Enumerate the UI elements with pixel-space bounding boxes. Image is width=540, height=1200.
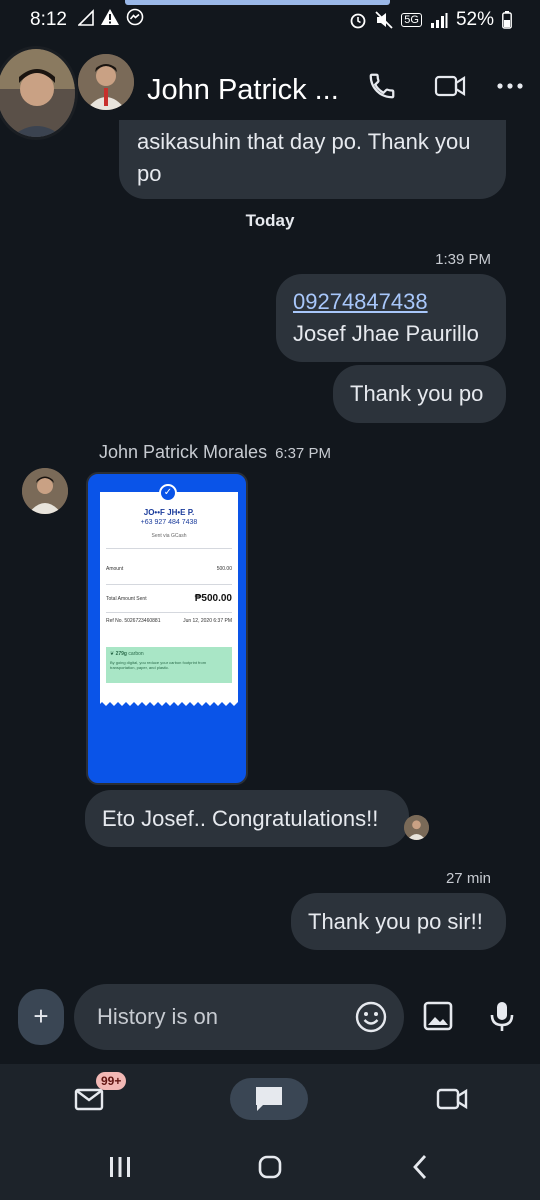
carbon-savings-card: ❦ 279g carbon By going digital, you redu… bbox=[106, 647, 232, 683]
signal-icon bbox=[430, 13, 448, 28]
contact-name[interactable]: John Patrick ... bbox=[147, 74, 339, 107]
microphone-icon[interactable] bbox=[484, 998, 520, 1034]
nav-meet-button[interactable] bbox=[430, 1078, 474, 1120]
video-call-icon bbox=[434, 75, 466, 97]
more-icon bbox=[497, 83, 523, 89]
leaf-icon: ❦ bbox=[110, 651, 115, 657]
video-call-button[interactable] bbox=[430, 66, 470, 106]
outgoing-message-bubble[interactable]: Thank you po bbox=[333, 365, 506, 423]
add-attachment-button[interactable]: + bbox=[18, 989, 64, 1045]
phone-number-link[interactable]: 09274847438 bbox=[293, 286, 489, 318]
total-value: ₱500.00 bbox=[194, 593, 232, 604]
more-options-button[interactable] bbox=[490, 66, 530, 106]
receipt-divider bbox=[106, 548, 232, 549]
message-text: Thank you po sir!! bbox=[308, 909, 483, 934]
status-bar: 8:12 5G 52% bbox=[0, 0, 540, 40]
message-timestamp: 27 min bbox=[445, 870, 491, 887]
message-text: po bbox=[137, 161, 162, 186]
receipt-card: JO••F JH•E P. +63 927 484 7438 Sent via … bbox=[100, 492, 238, 698]
system-navigation-bar bbox=[0, 1134, 540, 1200]
receipt-torn-edge bbox=[100, 698, 238, 706]
contact-avatar[interactable] bbox=[78, 54, 134, 110]
emoji-icon[interactable] bbox=[354, 1000, 388, 1034]
ref-date: Jun 12, 2020 6:37 PM bbox=[183, 618, 232, 624]
alarm-icon bbox=[350, 13, 366, 29]
battery-icon bbox=[502, 11, 512, 29]
sender-time: 6:37 PM bbox=[275, 445, 331, 462]
person-icon bbox=[404, 815, 429, 840]
receipt-sent-via: Sent via GCash bbox=[151, 533, 187, 539]
network-type-label: 5G bbox=[401, 13, 422, 27]
ref-number: Ref No. 5026723460881 bbox=[106, 618, 161, 624]
message-text: Josef Jhae Paurillo bbox=[293, 321, 479, 346]
video-icon bbox=[436, 1088, 468, 1110]
receipt-total-row: Total Amount Sent ₱500.00 bbox=[106, 593, 232, 604]
total-label: Total Amount Sent bbox=[106, 595, 147, 602]
app-bottom-nav: 99+ bbox=[0, 1064, 540, 1134]
unread-badge: 99+ bbox=[96, 1072, 127, 1090]
message-text: asikasuhin that day po. Thank you bbox=[137, 129, 471, 154]
outgoing-message-bubble[interactable]: Thank you po sir!! bbox=[291, 893, 506, 950]
input-placeholder: History is on bbox=[97, 1004, 219, 1029]
nav-chat-button[interactable] bbox=[230, 1078, 308, 1120]
message-text: Thank you po bbox=[350, 381, 484, 406]
receipt-ref-row: Ref No. 5026723460881 Jun 12, 2020 6:37 … bbox=[106, 618, 232, 624]
status-time: 8:12 bbox=[30, 9, 67, 30]
carbon-note: By going digital, you reduce your carbon… bbox=[110, 660, 207, 670]
person-icon bbox=[22, 468, 68, 514]
recent-apps-icon[interactable] bbox=[105, 1152, 135, 1182]
receipt-amount-row: Amount 500.00 bbox=[106, 566, 232, 572]
mute-icon bbox=[375, 11, 393, 29]
back-icon[interactable] bbox=[406, 1152, 436, 1182]
amount-label: Amount bbox=[106, 566, 124, 572]
receipt-divider bbox=[106, 584, 232, 585]
amount-value: 500.00 bbox=[216, 566, 232, 572]
message-input[interactable]: History is on bbox=[74, 984, 404, 1050]
message-text: Eto Josef.. Congratulations!! bbox=[102, 806, 379, 831]
notification-icons bbox=[78, 8, 144, 26]
gallery-icon[interactable] bbox=[420, 998, 456, 1034]
mail-icon bbox=[74, 1088, 104, 1111]
home-icon[interactable] bbox=[255, 1152, 285, 1182]
person-icon bbox=[78, 54, 134, 110]
sender-info: John Patrick Morales 6:37 PM bbox=[99, 442, 331, 463]
top-accent-bar bbox=[125, 0, 390, 5]
receipt-recipient-phone: +63 927 484 7438 bbox=[140, 519, 198, 526]
receipt-divider bbox=[106, 612, 232, 613]
incoming-message-bubble[interactable]: Eto Josef.. Congratulations!! bbox=[85, 790, 409, 847]
battery-level: 52% bbox=[455, 9, 494, 30]
warning-icon bbox=[101, 9, 119, 25]
carbon-amount: 279g bbox=[115, 651, 127, 657]
receipt-image[interactable]: ✓ JO••F JH•E P. +63 927 484 7438 Sent vi… bbox=[86, 472, 248, 785]
message-timestamp: 1:39 PM bbox=[435, 251, 491, 268]
chat-icon bbox=[256, 1087, 282, 1111]
system-status: 5G 52% bbox=[349, 9, 512, 31]
messenger-icon bbox=[126, 8, 144, 26]
outgoing-message-bubble[interactable]: 09274847438 Josef Jhae Paurillo bbox=[276, 274, 506, 362]
read-receipt-avatar bbox=[404, 815, 429, 840]
sender-name: John Patrick Morales bbox=[99, 442, 268, 462]
call-icon bbox=[369, 73, 395, 99]
incoming-message-bubble[interactable]: asikasuhin that day po. Thank you po bbox=[119, 120, 506, 199]
day-separator: Today bbox=[245, 211, 295, 230]
signal-off-icon bbox=[78, 9, 94, 26]
carbon-unit: carbon bbox=[128, 651, 144, 657]
check-icon: ✓ bbox=[159, 484, 177, 502]
receipt-recipient-name: JO••F JH•E P. bbox=[143, 508, 195, 517]
call-button[interactable] bbox=[362, 66, 402, 106]
sender-avatar[interactable] bbox=[22, 468, 68, 514]
plus-icon: + bbox=[33, 1001, 49, 1031]
